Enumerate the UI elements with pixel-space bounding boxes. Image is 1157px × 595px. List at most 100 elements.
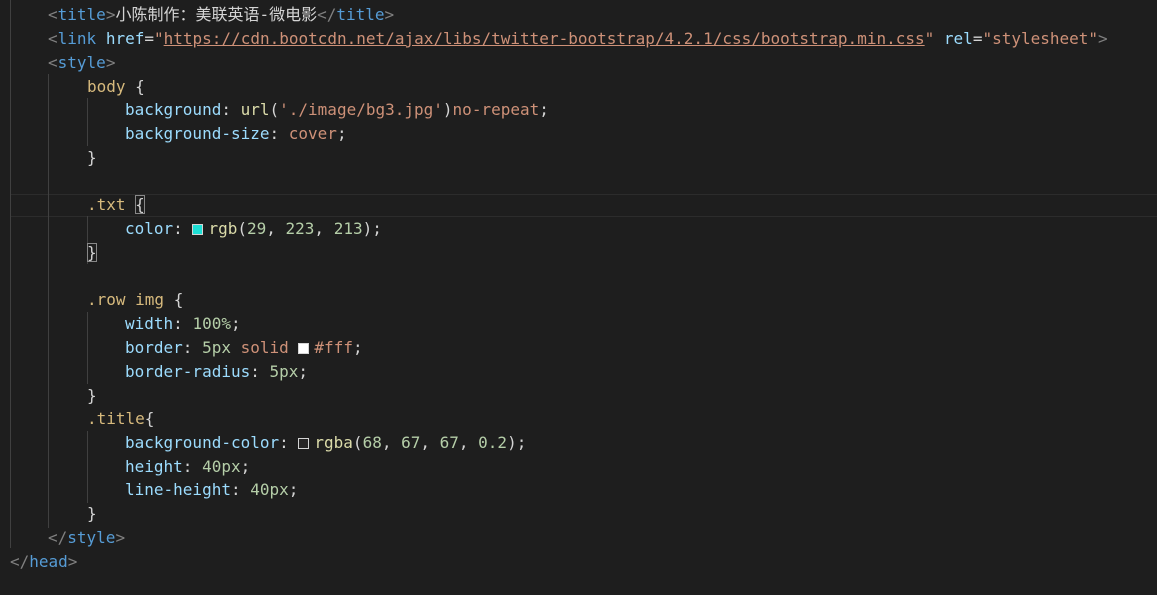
css-property: line-height bbox=[125, 480, 231, 499]
css-number: 5px bbox=[269, 362, 299, 381]
css-colon: : bbox=[173, 314, 193, 333]
css-brace: } bbox=[87, 386, 97, 405]
color-swatch-icon[interactable] bbox=[192, 224, 204, 235]
color-swatch-icon[interactable] bbox=[298, 438, 310, 449]
code-line-title[interactable]: <title>小陈制作：美联英语-微电影</title> bbox=[48, 3, 394, 27]
css-brace-matched: { bbox=[135, 195, 145, 214]
code-line-txt-selector[interactable]: .txt { bbox=[87, 193, 145, 217]
attr-equals: = bbox=[144, 29, 154, 48]
code-line-body-selector[interactable]: body { bbox=[87, 75, 145, 99]
css-colon: : bbox=[182, 457, 203, 476]
stylesheet-url-link[interactable]: https://cdn.bootcdn.net/ajax/libs/twitte… bbox=[164, 29, 925, 48]
code-line-style-close[interactable]: </style> bbox=[48, 526, 125, 550]
indent-guide-level-3 bbox=[87, 312, 88, 384]
css-colon: : bbox=[221, 100, 241, 119]
css-colon: : bbox=[173, 219, 193, 238]
css-paren: ( bbox=[352, 433, 363, 452]
css-semicolon: ; bbox=[516, 433, 527, 452]
css-keyword: no-repeat bbox=[452, 100, 540, 119]
code-line-title-selector[interactable]: .title{ bbox=[87, 407, 154, 431]
css-function: rgb bbox=[208, 219, 238, 238]
css-separator: , bbox=[266, 219, 286, 238]
tag-bracket: </ bbox=[10, 552, 30, 571]
css-property: width bbox=[125, 314, 174, 333]
css-paren: ( bbox=[269, 100, 280, 119]
css-colon: : bbox=[269, 124, 289, 143]
css-string: './image/bg3.jpg' bbox=[279, 100, 443, 119]
css-number: 100% bbox=[192, 314, 231, 333]
code-line-txt-color[interactable]: color: rgb(29, 223, 213); bbox=[125, 217, 382, 241]
css-selector: body bbox=[87, 77, 126, 96]
css-separator: , bbox=[420, 433, 440, 452]
css-keyword: solid bbox=[240, 338, 289, 357]
tag-bracket: > bbox=[1098, 29, 1108, 48]
css-separator: , bbox=[381, 433, 402, 452]
css-property: height bbox=[125, 457, 183, 476]
code-line-body-background[interactable]: background: url('./image/bg3.jpg')no-rep… bbox=[125, 98, 549, 122]
code-line-head-close[interactable]: </head> bbox=[10, 550, 77, 574]
code-line-body-background-size[interactable]: background-size: cover; bbox=[125, 122, 347, 146]
tag-bracket: > bbox=[115, 528, 126, 547]
css-paren: ) bbox=[507, 433, 517, 452]
code-line-body-close[interactable]: } bbox=[87, 146, 97, 170]
attr-equals: = bbox=[972, 29, 983, 48]
css-property: border-radius bbox=[125, 362, 251, 381]
css-paren: ) bbox=[362, 219, 373, 238]
css-property: color bbox=[125, 219, 174, 238]
css-brace: { bbox=[135, 77, 145, 96]
tag-name: style bbox=[67, 528, 116, 547]
code-line-title-background-color[interactable]: background-color: rgba(68, 67, 67, 0.2); bbox=[125, 431, 526, 455]
code-line-link[interactable]: <link href="https://cdn.bootcdn.net/ajax… bbox=[48, 27, 1108, 51]
code-line-txt-close[interactable]: } bbox=[87, 241, 97, 265]
css-colon: : bbox=[250, 362, 270, 381]
css-function: rgba bbox=[314, 433, 353, 452]
css-brace-matched: } bbox=[87, 243, 97, 262]
css-number: 5px bbox=[202, 338, 231, 357]
css-selector: .title bbox=[87, 409, 145, 428]
code-line-row-close[interactable]: } bbox=[87, 384, 97, 408]
tag-bracket: > bbox=[105, 53, 116, 72]
tag-bracket: < bbox=[48, 53, 58, 72]
css-number: 67 bbox=[401, 433, 421, 452]
code-line-title-close[interactable]: } bbox=[87, 502, 97, 526]
css-semicolon: ; bbox=[372, 219, 382, 238]
css-property: background bbox=[125, 100, 222, 119]
css-semicolon: ; bbox=[352, 338, 363, 357]
tag-bracket: < bbox=[48, 5, 58, 24]
attr-quote: " bbox=[153, 29, 164, 48]
css-paren: ( bbox=[237, 219, 247, 238]
css-brace: { bbox=[173, 290, 184, 309]
code-line-row-img-selector[interactable]: .row img { bbox=[87, 288, 183, 312]
attr-name: href bbox=[105, 29, 145, 48]
code-line-row-width[interactable]: width: 100%; bbox=[125, 312, 241, 336]
css-selector: .txt bbox=[87, 195, 126, 214]
css-separator: , bbox=[314, 219, 334, 238]
indent-guide-level-3 bbox=[87, 98, 88, 146]
css-selector: .row img bbox=[87, 290, 165, 309]
css-property: background-size bbox=[125, 124, 270, 143]
css-brace: } bbox=[87, 148, 97, 167]
tag-name: style bbox=[57, 53, 106, 72]
css-brace: } bbox=[87, 504, 97, 523]
tag-name: head bbox=[29, 552, 68, 571]
css-property: border bbox=[125, 338, 183, 357]
code-line-row-border[interactable]: border: 5px solid #fff; bbox=[125, 336, 363, 360]
code-line-row-radius[interactable]: border-radius: 5px; bbox=[125, 360, 308, 384]
css-function: url bbox=[240, 100, 270, 119]
css-number: 0.2 bbox=[478, 433, 508, 452]
tag-name: title bbox=[57, 5, 106, 24]
code-line-style-open[interactable]: <style> bbox=[48, 51, 115, 75]
code-editor[interactable]: <title>小陈制作：美联英语-微电影</title> <link href=… bbox=[0, 0, 1157, 595]
tag-bracket: </ bbox=[48, 528, 68, 547]
css-semicolon: ; bbox=[298, 362, 309, 381]
css-number: 68 bbox=[362, 433, 382, 452]
css-number: 223 bbox=[285, 219, 315, 238]
css-property: background-color bbox=[125, 433, 280, 452]
code-line-title-height[interactable]: height: 40px; bbox=[125, 455, 250, 479]
css-semicolon: ; bbox=[240, 457, 251, 476]
css-brace: { bbox=[144, 409, 155, 428]
attr-value: "stylesheet" bbox=[982, 29, 1099, 48]
color-swatch-icon[interactable] bbox=[298, 343, 310, 354]
attr-name: rel bbox=[943, 29, 973, 48]
code-line-title-line-height[interactable]: line-height: 40px; bbox=[125, 478, 298, 502]
